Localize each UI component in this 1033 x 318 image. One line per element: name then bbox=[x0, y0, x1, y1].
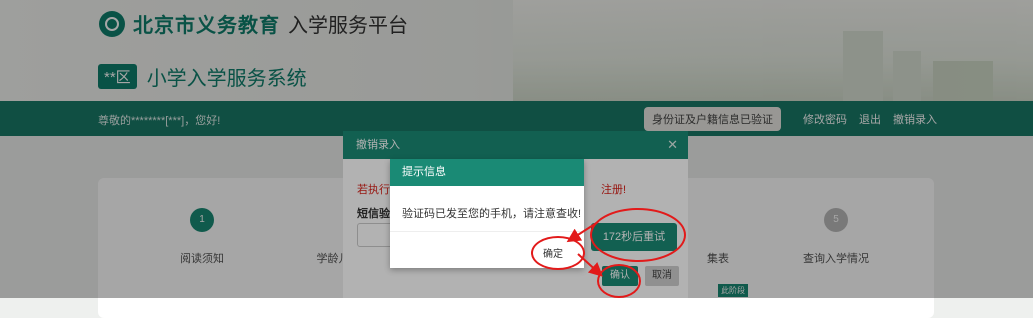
annotation-arrow-confirm bbox=[577, 253, 603, 277]
annotation-arrow-ok bbox=[566, 221, 599, 243]
annotation-arrows bbox=[566, 221, 603, 277]
